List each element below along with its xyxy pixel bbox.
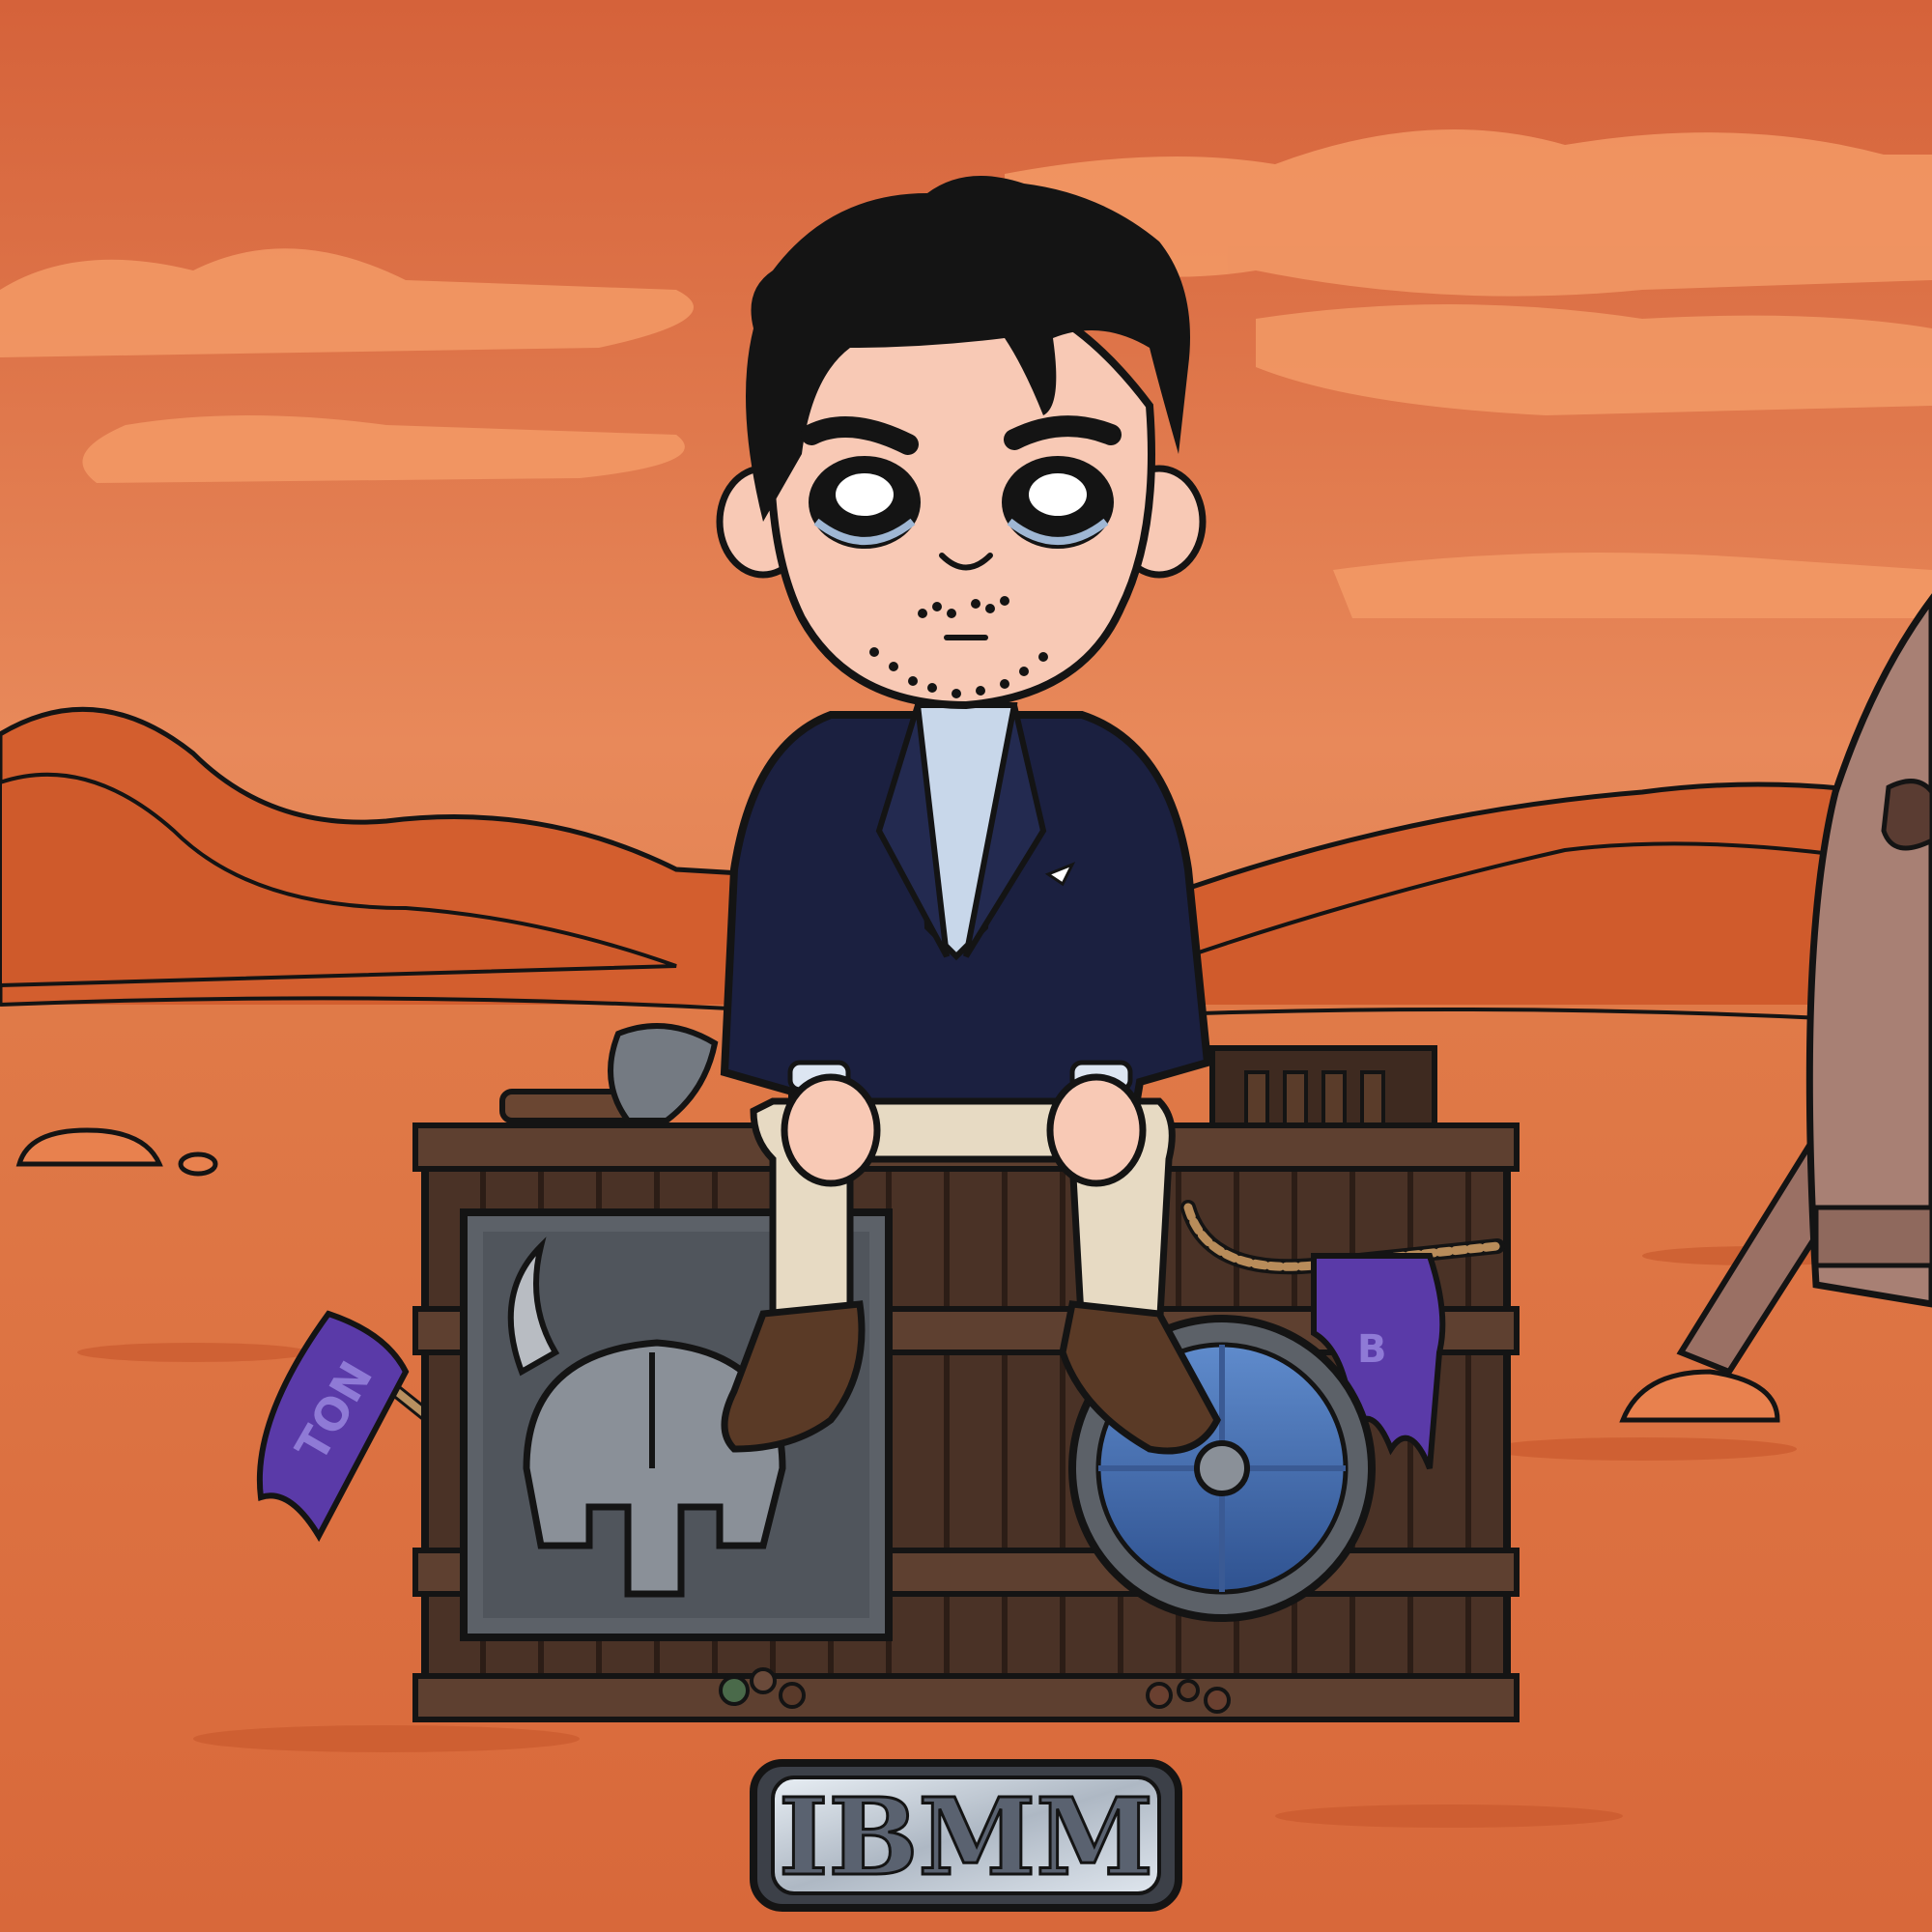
nameplate-text: IBMM	[779, 1775, 1153, 1899]
nameplate: IBMM	[750, 1759, 1182, 1912]
flag-right-text: B	[1357, 1327, 1387, 1372]
bottle-rack	[1209, 1045, 1437, 1138]
pfp-scene: TON B IBMM	[0, 0, 1932, 1932]
